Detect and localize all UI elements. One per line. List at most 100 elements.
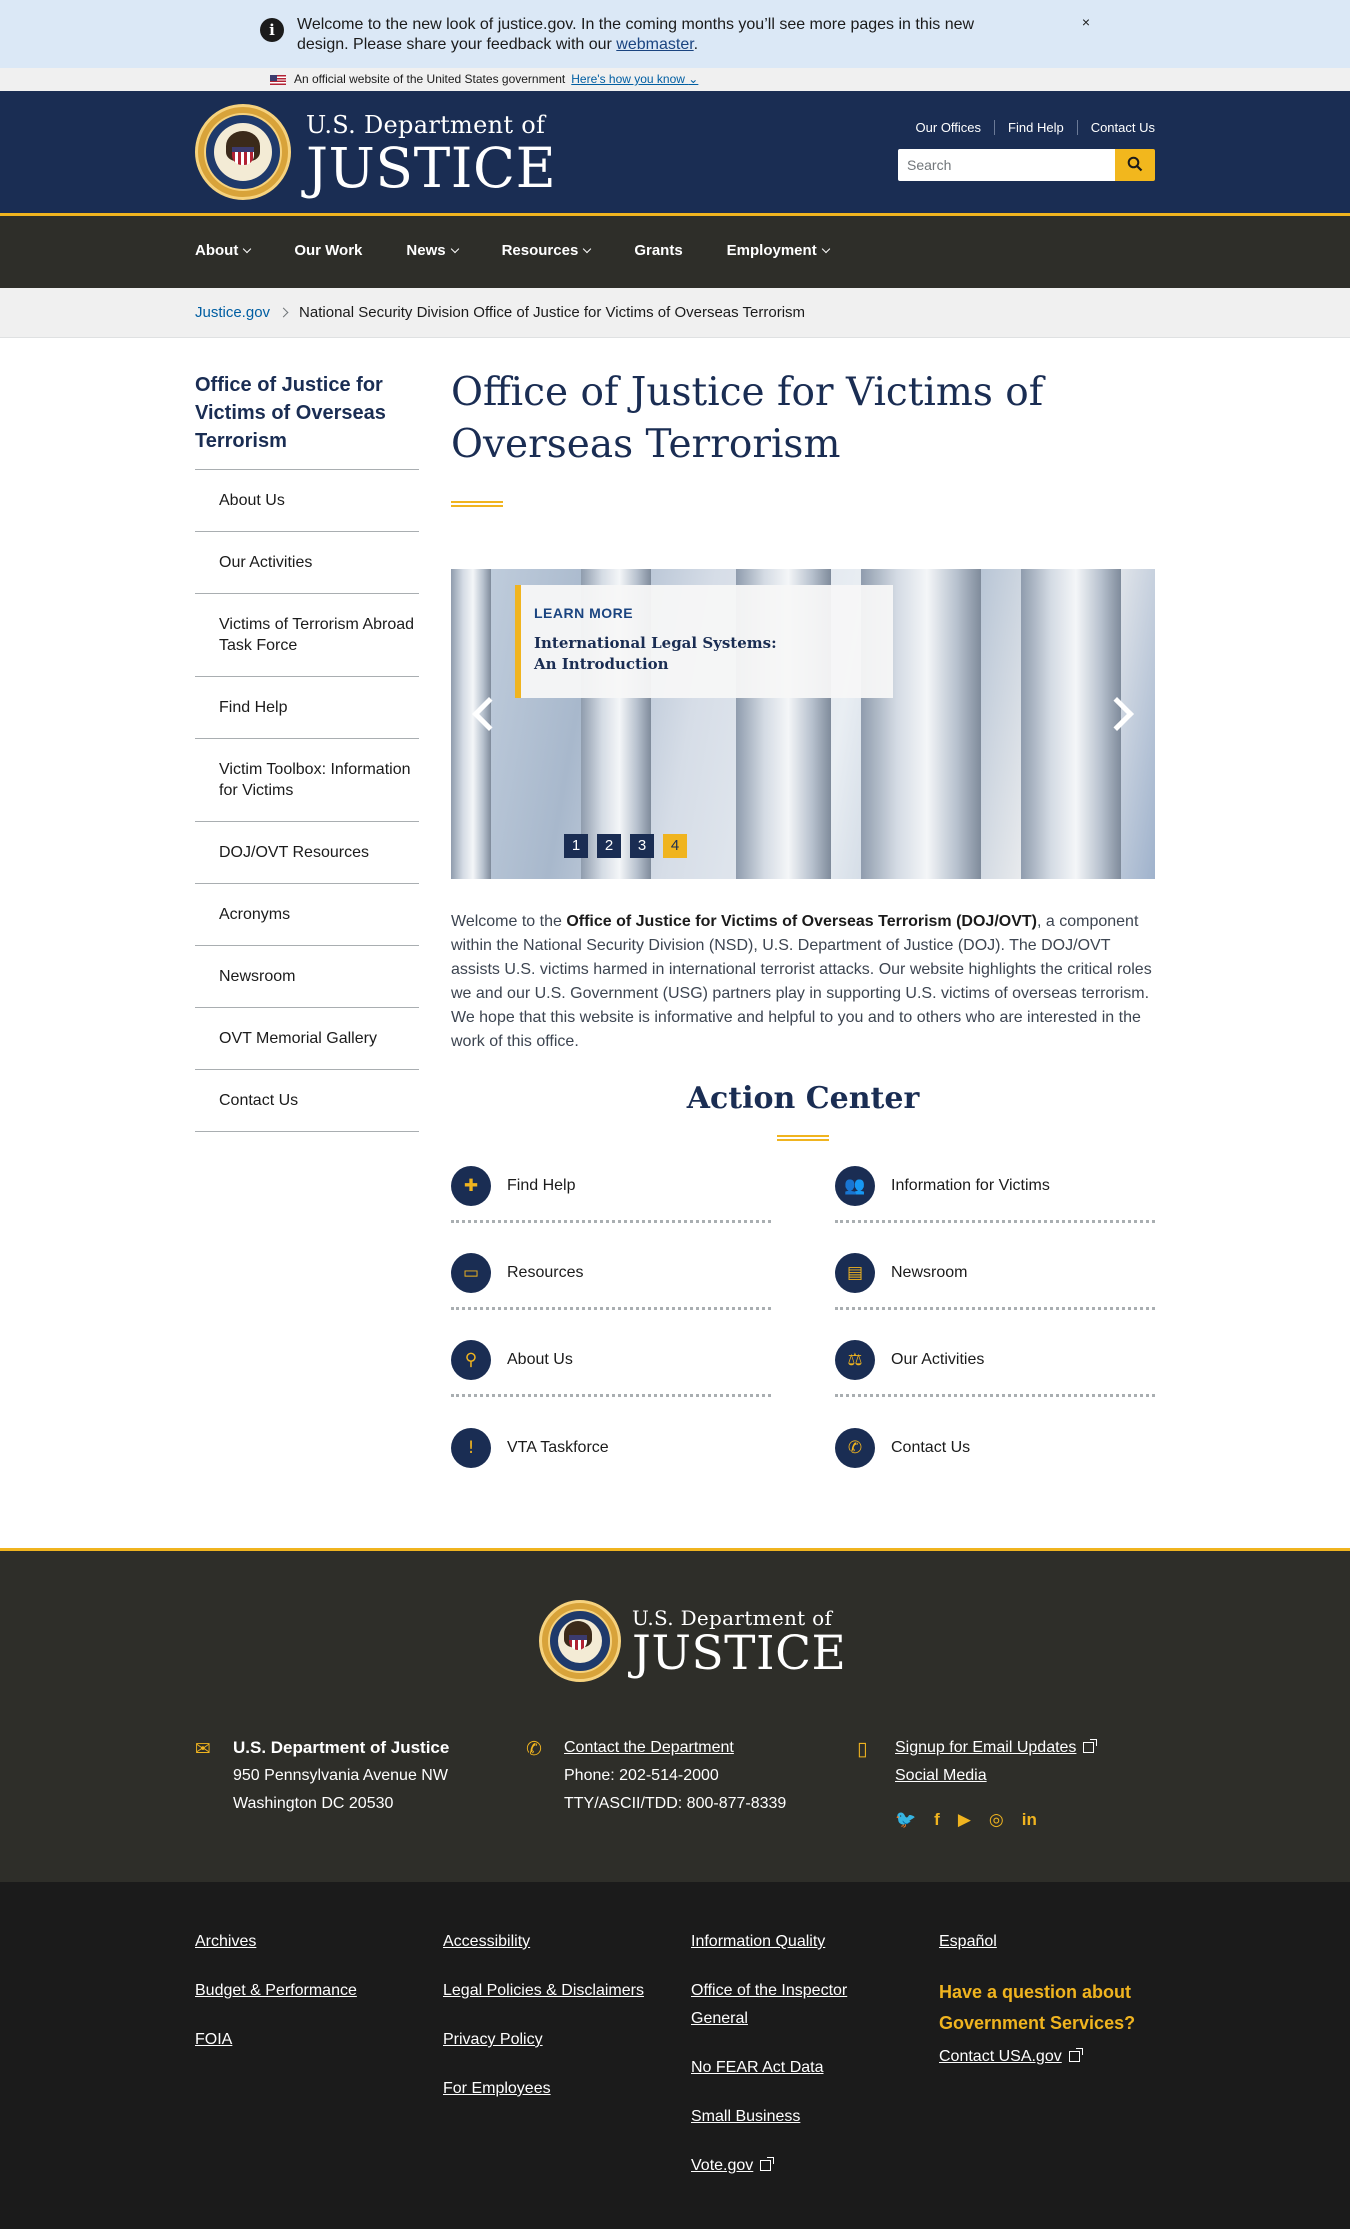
sidenav-item-acronyms[interactable]: Acronyms [195, 884, 419, 946]
sidenav-item-resources[interactable]: DOJ/OVT Resources [195, 822, 419, 884]
action-information-for-victims[interactable]: 👥 Information for Victims [835, 1141, 1155, 1223]
nav-grants[interactable]: Grants [634, 242, 682, 259]
side-nav-title[interactable]: Office of Justice for Victims of Oversea… [195, 371, 419, 470]
nav-employment[interactable]: Employment [727, 242, 830, 259]
doj-seal-logo[interactable] [195, 104, 291, 200]
page-title: Office of Justice for Victims of Oversea… [451, 370, 1044, 467]
chevron-down-icon [243, 244, 252, 253]
carousel-image-column [1021, 569, 1121, 879]
nav-resources[interactable]: Resources [502, 242, 592, 259]
action-contact-us[interactable]: ✆ Contact Us [835, 1402, 1155, 1484]
title-underline [451, 501, 503, 507]
nav-about[interactable]: About [195, 242, 252, 259]
hero-carousel[interactable]: LEARN MORE International Legal Systems: … [451, 569, 1155, 879]
footer-links: Archives Budget & Performance FOIA Acces… [0, 1882, 1350, 2229]
search-input[interactable] [898, 149, 1115, 181]
sidenav-item-contact-us[interactable]: Contact Us [195, 1070, 419, 1132]
contact-us-link[interactable]: Contact Us [1076, 120, 1155, 135]
sidenav-item-victim-toolbox[interactable]: Victim Toolbox: Information for Victims [195, 739, 419, 822]
action-label: Contact Us [891, 1439, 971, 1456]
find-help-link[interactable]: Find Help [994, 120, 1077, 135]
contact-usa-gov-link[interactable]: Contact USA.gov [939, 2048, 1062, 2065]
action-about-us[interactable]: ⚲ About Us [451, 1315, 771, 1397]
budget-performance-link[interactable]: Budget & Performance [195, 1977, 357, 2005]
inspector-general-link[interactable]: Office of the Inspector General [691, 1977, 881, 2033]
footer-address-line1: 950 Pennsylvania Avenue NW [233, 1767, 448, 1784]
site-header: U.S. Department of JUSTICE Our Offices F… [0, 91, 1350, 216]
youtube-icon[interactable]: ▶ [958, 1806, 971, 1834]
action-vta-taskforce[interactable]: ! VTA Taskforce [451, 1402, 771, 1484]
book-icon: ▤ [835, 1252, 875, 1293]
action-find-help[interactable]: ✚ Find Help [451, 1141, 771, 1223]
accessibility-link[interactable]: Accessibility [443, 1928, 644, 1956]
external-link-icon [1068, 2048, 1083, 2062]
webmaster-link[interactable]: webmaster [616, 36, 693, 53]
footer-phone: Phone: 202-514-2000 [564, 1767, 719, 1784]
twitter-icon[interactable]: 🐦 [895, 1806, 916, 1834]
phone-icon: ✆ [835, 1428, 875, 1468]
close-icon[interactable]: × [1082, 14, 1090, 30]
carousel-slide-2[interactable]: 2 [597, 834, 621, 858]
breadcrumb-home-link[interactable]: Justice.gov [195, 304, 270, 321]
no-fear-act-link[interactable]: No FEAR Act Data [691, 2054, 881, 2082]
legal-policies-link[interactable]: Legal Policies & Disclaimers [443, 1977, 644, 2005]
social-media-link[interactable]: Social Media [895, 1767, 987, 1784]
gov-banner: An official website of the United States… [0, 68, 1350, 91]
carousel-caption[interactable]: LEARN MORE International Legal Systems: … [515, 585, 893, 698]
facebook-icon[interactable]: f [934, 1806, 940, 1834]
nav-news[interactable]: News [406, 242, 459, 259]
vote-gov-link[interactable]: Vote.gov [691, 2157, 753, 2174]
information-quality-link[interactable]: Information Quality [691, 1928, 881, 1956]
chevron-down-icon [583, 244, 592, 253]
us-flag-icon [270, 75, 286, 85]
carousel-slide-1[interactable]: 1 [564, 834, 588, 858]
email-updates-link[interactable]: Signup for Email Updates [895, 1739, 1076, 1756]
scales-icon: ⚖ [835, 1339, 875, 1380]
sidenav-item-newsroom[interactable]: Newsroom [195, 946, 419, 1008]
for-employees-link[interactable]: For Employees [443, 2075, 644, 2103]
monitor-icon: ▭ [451, 1252, 491, 1293]
breadcrumb: Justice.gov National Security Division Of… [0, 288, 1350, 338]
action-our-activities[interactable]: ⚖ Our Activities [835, 1315, 1155, 1397]
sidenav-item-task-force[interactable]: Victims of Terrorism Abroad Task Force [195, 594, 419, 677]
caption-title: International Legal Systems: An Introduc… [534, 634, 777, 673]
action-newsroom[interactable]: ▤ Newsroom [835, 1228, 1155, 1310]
doj-seal-logo [539, 1600, 621, 1682]
heres-how-you-know-link[interactable]: Here's how you know ⌄ [571, 72, 698, 86]
breadcrumb-current: National Security Division Office of Jus… [299, 304, 806, 321]
site-brand[interactable]: U.S. Department of JUSTICE [306, 111, 556, 197]
page-content: Office of Justice for Victims of Oversea… [195, 338, 1155, 1548]
action-center-grid: ✚ Find Help 👥 Information for Victims ▭ Res… [451, 1165, 1155, 1471]
carousel-slide-4[interactable]: 4 [663, 834, 687, 858]
instagram-icon[interactable]: ◎ [989, 1806, 1004, 1834]
sidenav-item-memorial-gallery[interactable]: OVT Memorial Gallery [195, 1008, 419, 1070]
chevron-right-icon [278, 307, 289, 318]
action-label: Our Activities [891, 1350, 985, 1368]
external-link-icon [1083, 1739, 1098, 1753]
footer-address-line2: Washington DC 20530 [233, 1795, 394, 1812]
footer-links-col3: Information Quality Office of the Inspec… [691, 1928, 881, 2201]
action-resources[interactable]: ▭ Resources [451, 1228, 771, 1310]
info-icon: i [260, 18, 284, 42]
privacy-policy-link[interactable]: Privacy Policy [443, 2026, 644, 2054]
search-button[interactable] [1115, 149, 1155, 181]
sidenav-item-about-us[interactable]: About Us [195, 470, 419, 532]
footer-address: ✉ U.S. Department of Justice 950 Pennsyl… [195, 1734, 449, 1818]
linkedin-icon[interactable]: in [1022, 1806, 1037, 1834]
side-nav: Office of Justice for Victims of Oversea… [195, 371, 419, 1132]
small-business-link[interactable]: Small Business [691, 2103, 881, 2131]
footer-links-col1: Archives Budget & Performance FOIA [195, 1928, 357, 2075]
espanol-link[interactable]: Español [939, 1928, 1159, 1956]
nav-our-work[interactable]: Our Work [294, 242, 362, 259]
sidenav-item-our-activities[interactable]: Our Activities [195, 532, 419, 594]
gov-services-question: Have a question about Government Service… [939, 1982, 1136, 2033]
contact-department-link[interactable]: Contact the Department [564, 1739, 734, 1756]
utility-nav: Our Offices Find Help Contact Us [903, 120, 1155, 135]
sidenav-item-find-help[interactable]: Find Help [195, 677, 419, 739]
action-label: Information for Victims [891, 1176, 1050, 1194]
our-offices-link[interactable]: Our Offices [903, 120, 995, 135]
archives-link[interactable]: Archives [195, 1928, 357, 1956]
alert-icon: ! [451, 1428, 491, 1468]
carousel-slide-3[interactable]: 3 [630, 834, 654, 858]
foia-link[interactable]: FOIA [195, 2026, 357, 2054]
